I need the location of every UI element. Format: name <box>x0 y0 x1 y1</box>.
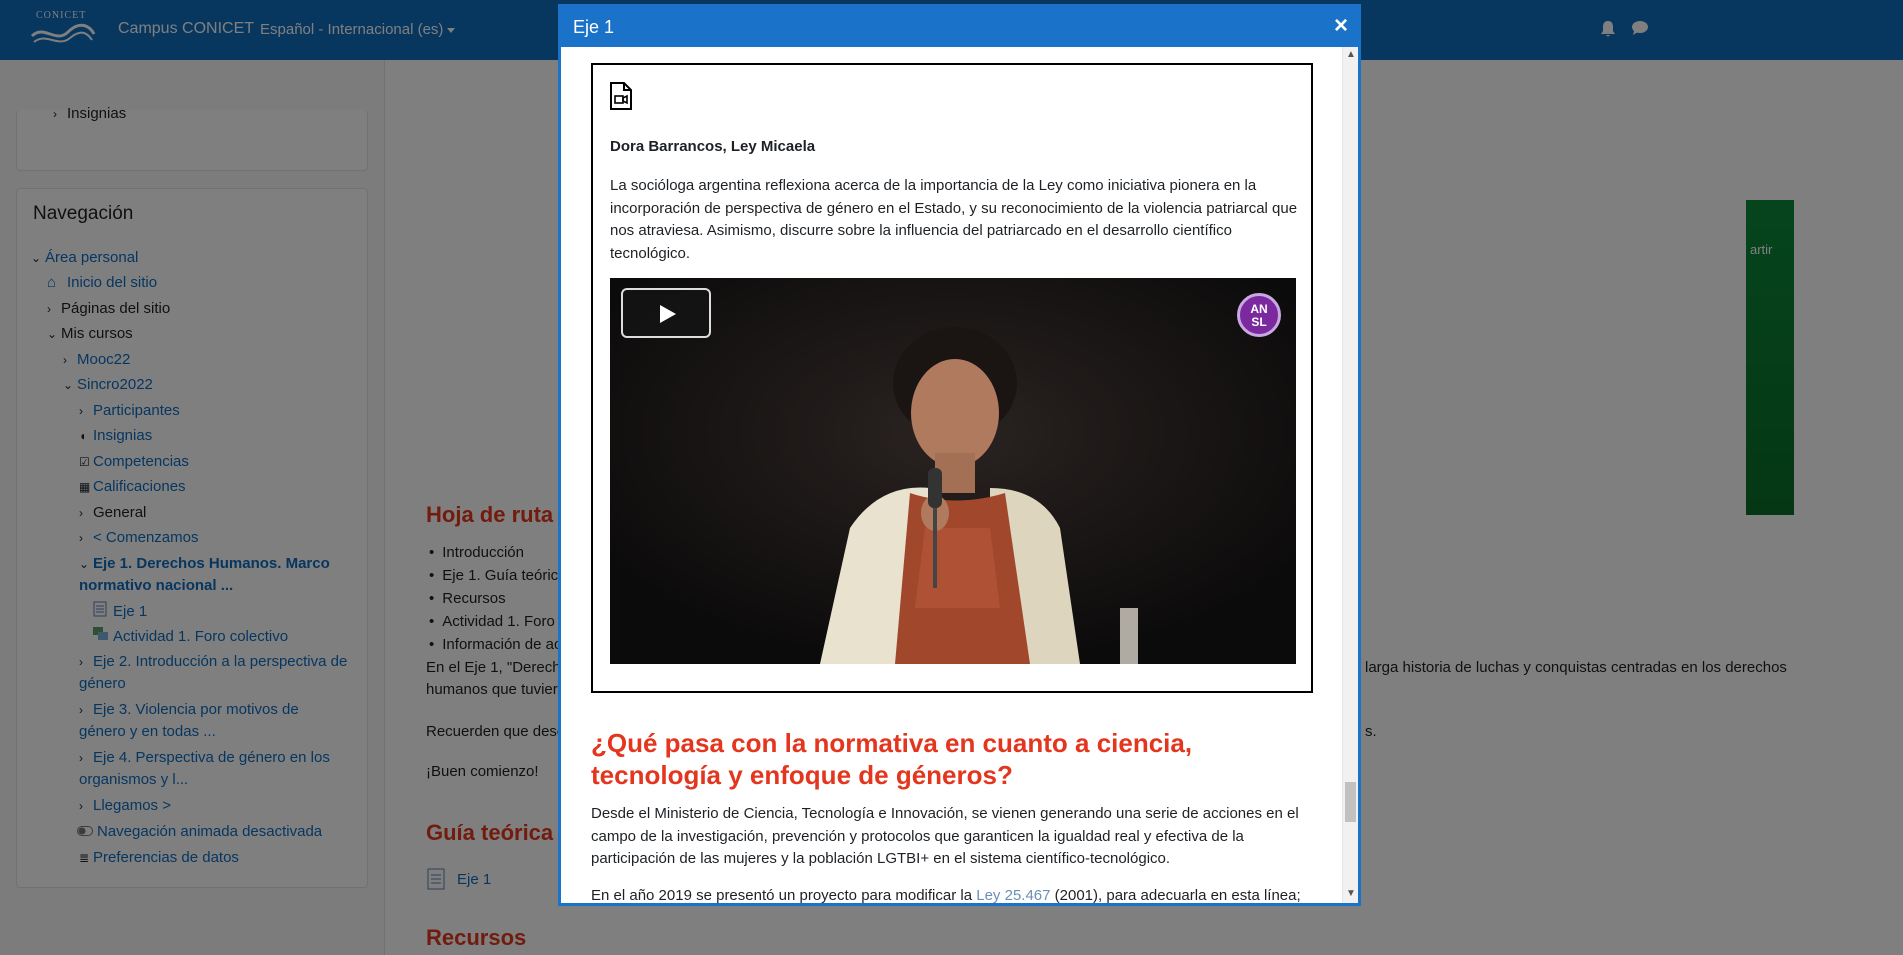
modal-header: Eje 1 × <box>561 7 1358 47</box>
ansl-logo: AN SL <box>1237 293 1281 337</box>
video-player[interactable]: AN SL <box>610 278 1296 664</box>
ley-paragraph-before: En el año 2019 se presentó un proyecto p… <box>591 887 977 903</box>
ministerio-paragraph: Desde el Ministerio de Ciencia, Tecnolog… <box>591 805 1299 867</box>
eje1-modal: Eje 1 × Dora Barrancos, Ley Micaela La s… <box>558 4 1361 906</box>
ley-paragraph: En el año 2019 se presentó un proyecto p… <box>591 885 1311 903</box>
normativa-heading: ¿Qué pasa con la normativa en cuanto a c… <box>591 728 1193 790</box>
ley-25467-link[interactable]: Ley 25.467 <box>976 887 1050 903</box>
modal-scrollbar[interactable]: ▲ ▼ <box>1342 47 1358 903</box>
scroll-thumb[interactable] <box>1345 782 1356 822</box>
video-card: Dora Barrancos, Ley Micaela La socióloga… <box>591 63 1313 693</box>
video-file-icon <box>609 81 633 115</box>
card-title: Dora Barrancos, Ley Micaela <box>610 138 816 155</box>
modal-title: Eje 1 <box>573 17 615 37</box>
scroll-down-arrow-icon[interactable]: ▼ <box>1346 888 1356 899</box>
play-button[interactable] <box>621 288 711 338</box>
modal-body[interactable]: Dora Barrancos, Ley Micaela La socióloga… <box>561 47 1342 903</box>
badge-line2: SL <box>1251 315 1267 329</box>
scroll-up-arrow-icon[interactable]: ▲ <box>1346 49 1356 60</box>
badge-line1: AN <box>1250 302 1268 316</box>
card-description: La socióloga argentina reflexiona acerca… <box>610 177 1298 262</box>
video-thumbnail <box>610 278 1296 664</box>
close-button[interactable]: × <box>1334 12 1348 40</box>
